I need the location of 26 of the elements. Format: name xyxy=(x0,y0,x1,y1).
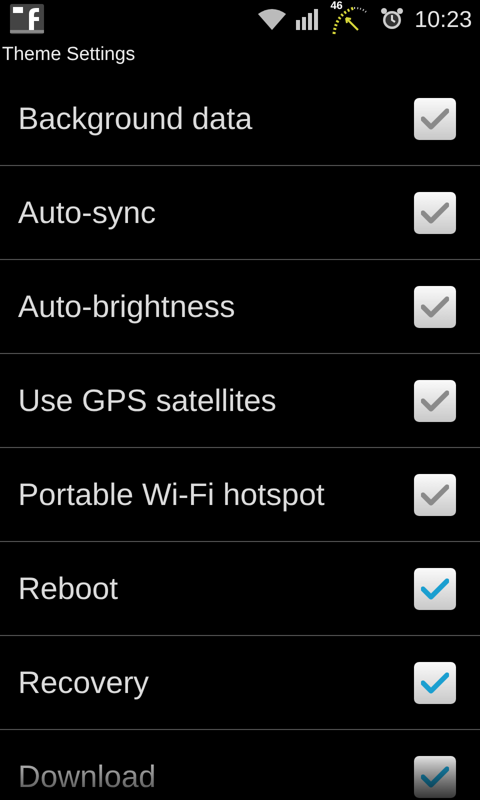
checkbox[interactable] xyxy=(414,756,456,798)
clock-time: 10:23 xyxy=(414,6,472,32)
checkmark-icon xyxy=(421,296,449,318)
checkbox[interactable] xyxy=(414,568,456,610)
setting-label: Auto-sync xyxy=(18,194,157,230)
app-notification-icon xyxy=(10,4,44,34)
setting-label: Download xyxy=(18,758,157,794)
setting-label: Portable Wi-Fi hotspot xyxy=(18,476,326,512)
checkmark-icon xyxy=(421,672,449,694)
setting-label: Auto-brightness xyxy=(18,288,236,324)
checkmark-icon xyxy=(421,578,449,600)
alarm-icon xyxy=(380,7,404,31)
screen-title: Theme Settings xyxy=(1,43,136,67)
setting-label: Recovery xyxy=(18,664,150,700)
checkmark-icon xyxy=(421,484,449,506)
checkmark-icon xyxy=(421,390,449,412)
signal-icon xyxy=(296,8,320,30)
checkbox[interactable] xyxy=(414,662,456,704)
setting-label: Background data xyxy=(18,100,254,136)
speed-reading: 46 xyxy=(330,0,343,12)
setting-label: Use GPS satellites xyxy=(18,382,278,418)
setting-label: Reboot xyxy=(18,570,119,606)
checkmark-icon xyxy=(421,766,449,788)
checkmark-icon xyxy=(421,202,449,224)
wifi-icon xyxy=(258,8,286,30)
checkmark-icon xyxy=(421,108,449,130)
